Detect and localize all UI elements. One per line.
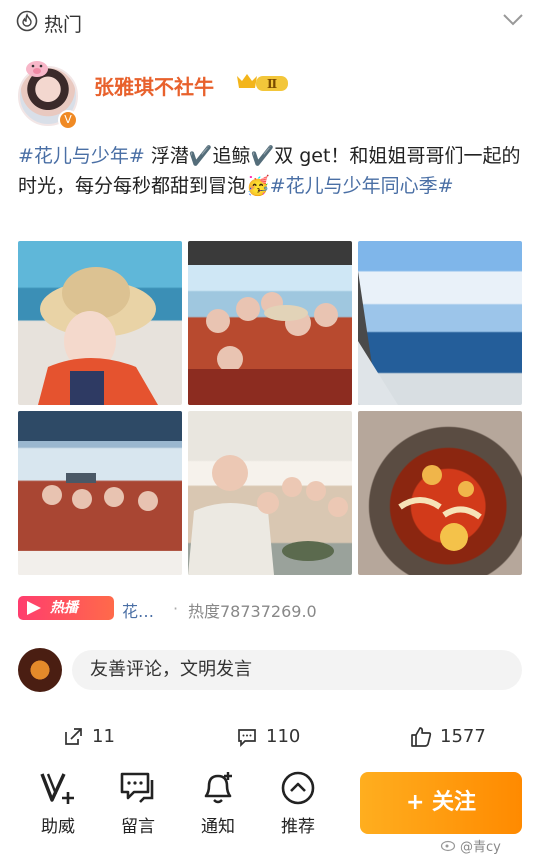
photo-2[interactable]: [188, 241, 352, 405]
bottom-action-bar: 助威 留言 通知 推荐 + 关注: [0, 768, 540, 848]
photo-4[interactable]: [18, 411, 182, 575]
photo-3[interactable]: [358, 241, 522, 405]
author-header: V 张雅琪不社牛 Ⅱ: [18, 58, 522, 130]
weibo-watermark-icon: [440, 840, 456, 852]
comment-row: 友善评论，文明发言: [18, 646, 522, 694]
hot-badge-text: 热播TOP1: [50, 600, 92, 640]
stats-row: 11 110 1577: [0, 720, 540, 754]
notify-button[interactable]: 通知: [188, 770, 248, 840]
recommend-button[interactable]: 推荐: [268, 770, 328, 840]
photo-grid: [18, 241, 522, 577]
author-name[interactable]: 张雅琪不社牛: [94, 71, 214, 100]
play-flame-icon: [27, 601, 41, 615]
hot-heat-value: 热度78737269.0: [188, 602, 317, 621]
thumbs-up-icon: [411, 727, 432, 747]
like-count: 1577: [440, 726, 486, 747]
share-button[interactable]: 11: [62, 720, 142, 754]
comment-count: 110: [266, 726, 301, 747]
author-avatar-wrap[interactable]: V: [18, 61, 78, 130]
share-icon: [65, 728, 82, 745]
top-bar: 热门: [0, 0, 540, 46]
notify-label: 通知: [201, 817, 235, 837]
hot-separator: ·: [173, 599, 179, 618]
watermark: @青cy: [460, 840, 501, 855]
message-button[interactable]: 留言: [108, 770, 168, 840]
comment-button[interactable]: 110: [236, 720, 326, 754]
message-label: 留言: [121, 817, 155, 837]
v-plus-icon: [40, 773, 74, 804]
topic-tag[interactable]: #花儿与少年#: [18, 145, 145, 167]
chevron-down-icon[interactable]: [502, 12, 524, 28]
rank-badge-text: Ⅱ: [267, 77, 277, 91]
cheer-label: 助威: [41, 817, 75, 837]
pig-pendant-icon: [26, 61, 48, 77]
bell-plus-icon: [204, 772, 232, 804]
recommend-label: 推荐: [281, 817, 315, 837]
chat-bubble-icon: [120, 772, 154, 803]
comment-input[interactable]: 友善评论，文明发言: [72, 650, 522, 690]
cheer-button[interactable]: 助威: [28, 770, 88, 840]
chevron-up-circle-icon: [281, 771, 315, 805]
hot-topic-link[interactable]: 花…: [122, 598, 154, 622]
share-count: 11: [92, 726, 115, 747]
photo-1[interactable]: [18, 241, 182, 405]
like-button[interactable]: 1577: [410, 720, 520, 754]
rank-badge-icon: Ⅱ: [237, 74, 288, 91]
photo-5[interactable]: [188, 411, 352, 575]
user-avatar[interactable]: [18, 648, 62, 692]
verified-v-icon: V: [58, 110, 78, 130]
post-text: #花儿与少年# 浮潜✔️追鲸✔️双 get！和姐姐哥哥们一起的时光，每分每秒都甜…: [18, 141, 524, 201]
hot-label: 热门: [44, 14, 83, 36]
hot-badge: 热播TOP1: [18, 596, 114, 640]
hot-topic-row[interactable]: 热播TOP1 花… · 热度78737269.0: [18, 596, 522, 640]
comment-icon: [238, 729, 256, 748]
photo-6[interactable]: [358, 411, 522, 575]
follow-button[interactable]: + 关注: [360, 772, 522, 834]
topic-tag[interactable]: #花儿与少年同心季#: [270, 175, 454, 197]
hot-circle-icon: [16, 10, 38, 32]
